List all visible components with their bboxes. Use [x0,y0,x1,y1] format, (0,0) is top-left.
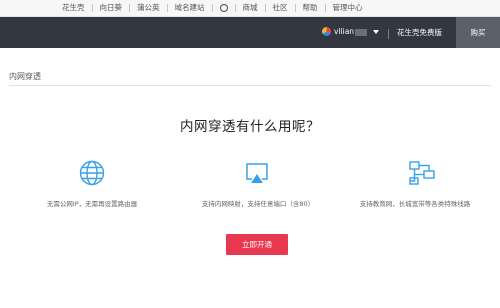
top-nav-links: 花生壳 向日葵 蒲公英 域名建站 商城 社区 帮助 管理中心 [62,3,363,13]
circle-logo-icon[interactable] [219,4,228,12]
top-nav-divider [294,4,296,12]
product-version-link[interactable]: 花生壳免费版 [397,27,442,38]
redacted-username-blur [355,28,368,36]
top-nav-community[interactable]: 社区 [273,3,288,13]
top-nav-divider [264,4,266,12]
header-divider [388,29,389,39]
chevron-down-icon [373,29,380,34]
top-nav-bar: 花生壳 向日葵 蒲公英 域名建站 商城 社区 帮助 管理中心 [0,0,500,17]
top-nav-divider [211,4,213,12]
top-nav-management-center[interactable]: 管理中心 [333,3,363,13]
buy-button[interactable]: 购买 [456,17,500,48]
page-title: 内网穿透有什么用呢？ [180,119,320,135]
top-nav-divider [129,4,130,12]
section-divider [9,85,491,86]
user-menu[interactable]: vllian [322,27,380,36]
screen-mapping-icon [246,163,268,183]
top-nav-domain-site[interactable]: 域名建站 [175,3,205,13]
app-header: vllian 花生壳免费版 购买 [0,17,500,48]
network-topology-icon [409,161,435,185]
feature-text-special-lines: 支持教育网，长城宽带等各类特殊线路 [359,200,471,208]
breadcrumb: 内网穿透 [9,72,41,81]
user-name: vllian [334,27,368,36]
top-nav-divider [166,4,168,12]
feature-text-port-mapping: 支持内网映射，支持任意端口（含80） [201,200,315,208]
top-nav-divider [91,4,93,12]
activate-now-button[interactable]: 立即开通 [226,234,288,255]
globe-icon [79,160,105,186]
top-nav-divider [234,4,236,12]
user-avatar-icon [322,27,331,36]
top-nav-divider [324,4,326,12]
feature-text-no-public-ip: 无需公网IP，无需再设置路由器 [46,200,138,208]
top-nav-pugongying[interactable]: 蒲公英 [137,3,160,13]
top-nav-xiangrikui[interactable]: 向日葵 [100,3,123,13]
top-nav-huashengke[interactable]: 花生壳 [62,3,85,13]
top-nav-help[interactable]: 帮助 [303,3,318,13]
top-nav-store[interactable]: 商城 [243,3,258,13]
